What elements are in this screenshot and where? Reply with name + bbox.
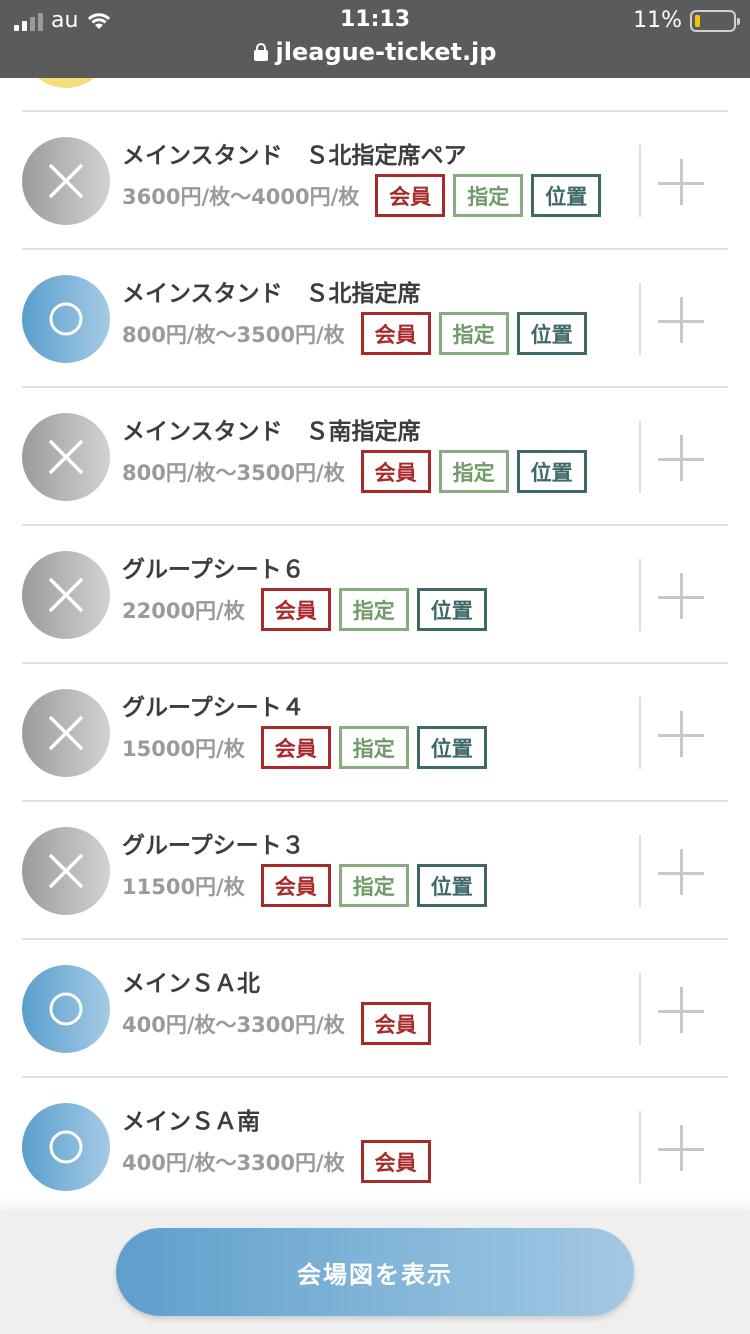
- battery-percent: 11%: [633, 8, 682, 33]
- plus-icon[interactable]: [658, 985, 712, 1039]
- circle-icon: [49, 302, 83, 336]
- seat-name: メインＳＡ北: [122, 971, 260, 997]
- reserved-tag: 指定: [453, 174, 524, 217]
- row-divider: [639, 559, 641, 631]
- seat-row[interactable]: メインスタンド Ｓ北指定席 800円/枚〜3500円/枚 会員 指定 位置: [22, 250, 728, 388]
- reserved-tag: 指定: [338, 588, 409, 631]
- seat-price: 11500円/枚: [122, 874, 245, 899]
- reserved-tag: 指定: [338, 726, 409, 769]
- show-venue-map-button[interactable]: 会場図を表示: [116, 1228, 634, 1316]
- plus-icon[interactable]: [658, 847, 712, 901]
- plus-icon[interactable]: [658, 709, 712, 763]
- cross-icon: [48, 163, 84, 199]
- seat-name: メインスタンド Ｓ北指定席ペア: [122, 143, 467, 169]
- unavailable-status: [22, 827, 110, 915]
- position-tag: 位置: [416, 588, 487, 631]
- seat-info: 11500円/枚 会員 指定 位置: [122, 864, 495, 907]
- reserved-tag: 指定: [338, 864, 409, 907]
- cross-icon: [48, 715, 84, 751]
- member-tag: 会員: [260, 864, 331, 907]
- row-divider: [639, 283, 641, 355]
- bottom-action-bar: 会場図を表示: [0, 1210, 750, 1334]
- seat-price: 400円/枚〜3300円/枚: [122, 1012, 345, 1037]
- seat-info: 22000円/枚 会員 指定 位置: [122, 588, 495, 631]
- seat-name: メインスタンド Ｓ南指定席: [122, 419, 421, 445]
- circle-icon: [49, 992, 83, 1026]
- member-tag: 会員: [375, 174, 446, 217]
- seat-price: 800円/枚〜3500円/枚: [122, 460, 345, 485]
- row-divider: [639, 973, 641, 1045]
- seat-price: 15000円/枚: [122, 736, 245, 761]
- unavailable-status: [22, 137, 110, 225]
- seat-info: 3600円/枚〜4000円/枚 会員 指定 位置: [122, 174, 609, 217]
- plus-icon[interactable]: [658, 433, 712, 487]
- seat-row[interactable]: メインＳＡ北 400円/枚〜3300円/枚 会員: [22, 940, 728, 1078]
- status-bar: au 11:13 11%: [0, 0, 750, 40]
- row-divider: [639, 697, 641, 769]
- unavailable-status: [22, 551, 110, 639]
- cross-icon: [48, 853, 84, 889]
- seat-info: 800円/枚〜3500円/枚 会員 指定 位置: [122, 312, 595, 355]
- member-tag: 会員: [260, 588, 331, 631]
- seat-name: グループシート４: [122, 695, 305, 721]
- member-tag: 会員: [360, 312, 431, 355]
- position-tag: 位置: [516, 312, 587, 355]
- battery-status: 11%: [633, 8, 740, 33]
- row-divider: [639, 835, 641, 907]
- lock-icon: [253, 43, 268, 61]
- available-status: [22, 1103, 110, 1191]
- reserved-tag: 指定: [438, 450, 509, 493]
- battery-icon: [690, 9, 740, 32]
- seat-info: 400円/枚〜3300円/枚 会員: [122, 1002, 439, 1045]
- seat-row[interactable]: メインスタンド Ｓ南指定席 800円/枚〜3500円/枚 会員 指定 位置: [22, 388, 728, 526]
- seat-row[interactable]: メインスタンド Ｓ北指定席ペア 3600円/枚〜4000円/枚 会員 指定 位置: [22, 112, 728, 250]
- seat-row[interactable]: グループシート３ 11500円/枚 会員 指定 位置: [22, 802, 728, 940]
- seat-name: グループシート６: [122, 557, 305, 583]
- unavailable-status: [22, 689, 110, 777]
- cross-icon: [48, 577, 84, 613]
- address-bar[interactable]: jleague-ticket.jp: [0, 38, 750, 66]
- member-tag: 会員: [260, 726, 331, 769]
- seat-price: 400円/枚〜3300円/枚: [122, 1150, 345, 1175]
- member-tag: 会員: [360, 450, 431, 493]
- seat-row[interactable]: メインＳＡ南 400円/枚〜3300円/枚 会員: [22, 1078, 728, 1216]
- position-tag: 位置: [416, 726, 487, 769]
- member-tag: 会員: [360, 1140, 431, 1183]
- row-divider: [639, 1111, 641, 1183]
- seat-name: グループシート３: [122, 833, 305, 859]
- plus-icon[interactable]: [658, 157, 712, 211]
- plus-icon[interactable]: [658, 295, 712, 349]
- position-tag: 位置: [416, 864, 487, 907]
- url-text: jleague-ticket.jp: [275, 38, 497, 66]
- member-tag: 会員: [360, 1002, 431, 1045]
- seat-price: 3600円/枚〜4000円/枚: [122, 184, 360, 209]
- cross-icon: [48, 439, 84, 475]
- seat-info: 15000円/枚 会員 指定 位置: [122, 726, 495, 769]
- row-divider: [639, 421, 641, 493]
- unavailable-status: [22, 413, 110, 501]
- available-status: [22, 275, 110, 363]
- seat-row[interactable]: グループシート４ 15000円/枚 会員 指定 位置: [22, 664, 728, 802]
- seat-info: 400円/枚〜3300円/枚 会員: [122, 1140, 439, 1183]
- seat-info: 800円/枚〜3500円/枚 会員 指定 位置: [122, 450, 595, 493]
- seat-row[interactable]: グループシート６ 22000円/枚 会員 指定 位置: [22, 526, 728, 664]
- circle-icon: [49, 1130, 83, 1164]
- plus-icon[interactable]: [658, 1123, 712, 1177]
- position-tag: 位置: [516, 450, 587, 493]
- position-tag: 位置: [531, 174, 602, 217]
- seat-name: メインＳＡ南: [122, 1109, 260, 1135]
- plus-icon[interactable]: [658, 571, 712, 625]
- seat-price: 800円/枚〜3500円/枚: [122, 322, 345, 347]
- seat-price: 22000円/枚: [122, 598, 245, 623]
- reserved-tag: 指定: [438, 312, 509, 355]
- available-status: [22, 965, 110, 1053]
- row-divider: [639, 145, 641, 217]
- browser-top-bar: au 11:13 11% jleague-ticket.jp: [0, 0, 750, 78]
- seat-list: メインスタンド Ｓ北指定席ペア 3600円/枚〜4000円/枚 会員 指定 位置 メインス…: [22, 112, 728, 1216]
- seat-name: メインスタンド Ｓ北指定席: [122, 281, 421, 307]
